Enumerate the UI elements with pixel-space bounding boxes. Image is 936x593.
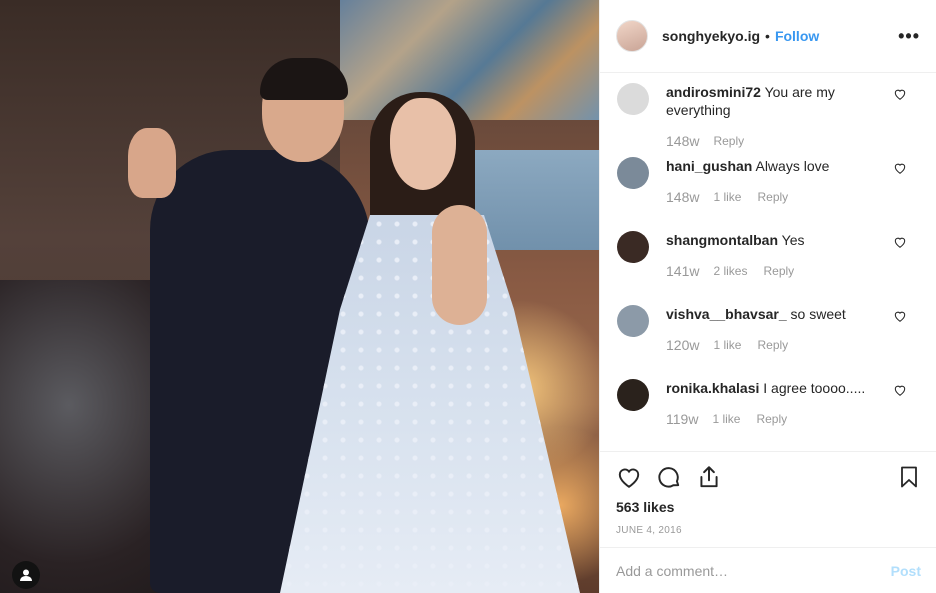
comment-likes[interactable]: 1 like [712, 412, 740, 426]
woman-arm [432, 205, 487, 325]
comments-list[interactable]: andirosmini72 You are my everything 148w… [600, 73, 936, 451]
comment-time[interactable]: 148w [666, 189, 699, 205]
post-actions: 563 likes JUNE 4, 2016 [600, 451, 936, 536]
comment-icon[interactable] [656, 464, 682, 490]
comment-item: hani_gushan Always love 148w 1 like Reply [600, 157, 936, 231]
comment-likes[interactable]: 2 likes [713, 264, 747, 278]
post-date: JUNE 4, 2016 [616, 525, 682, 536]
comment-like-icon[interactable] [893, 383, 907, 397]
bookmark-icon[interactable] [897, 464, 921, 490]
comment-likes[interactable]: 1 like [713, 190, 741, 204]
comment-avatar[interactable] [617, 157, 649, 189]
comment-username[interactable]: andirosmini72 [666, 84, 761, 100]
author-username[interactable]: songhyekyo.ig [662, 28, 760, 44]
add-comment-bar: Post [600, 547, 936, 593]
comment-text: Always love [755, 158, 830, 174]
man-hair [260, 58, 348, 100]
heart-icon[interactable] [616, 464, 642, 490]
comment-reply-button[interactable]: Reply [763, 264, 794, 278]
comment-username[interactable]: shangmontalban [666, 232, 778, 248]
post-photo[interactable] [0, 0, 599, 593]
comment-text: so sweet [790, 306, 846, 322]
comment-like-icon[interactable] [893, 161, 907, 175]
likes-count[interactable]: 563 likes [616, 499, 921, 515]
comment-item: andirosmini72 You are my everything 148w… [600, 83, 936, 157]
comment-text: Yes [781, 232, 805, 248]
comment-item: shangmontalban Yes 141w 2 likes Reply [600, 231, 936, 305]
comment-item: ronika.khalasi I agree toooo..... 119w 1 … [600, 379, 936, 451]
comment-input[interactable] [616, 562, 891, 579]
comment-item: vishva__bhavsar_ so sweet 120w 1 like Repl… [600, 305, 936, 379]
comment-time[interactable]: 148w [666, 133, 699, 149]
comment-reply-button[interactable]: Reply [757, 338, 788, 352]
tagged-users-icon[interactable] [12, 561, 40, 589]
background-mosaic [340, 0, 599, 120]
comment-time[interactable]: 141w [666, 263, 699, 279]
header-separator: • [765, 28, 770, 44]
post-header: songhyekyo.ig • Follow ••• [600, 0, 936, 73]
comment-time[interactable]: 120w [666, 337, 699, 353]
comment-avatar[interactable] [617, 305, 649, 337]
comment-like-icon[interactable] [893, 235, 907, 249]
man-waving-hand [128, 128, 176, 198]
comment-avatar[interactable] [617, 379, 649, 411]
comment-time[interactable]: 119w [666, 411, 698, 427]
share-icon[interactable] [696, 464, 722, 490]
comment-username[interactable]: hani_gushan [666, 158, 752, 174]
post-comment-button[interactable]: Post [891, 563, 921, 579]
more-options-button[interactable]: ••• [898, 26, 920, 47]
comment-reply-button[interactable]: Reply [757, 190, 788, 204]
comment-likes[interactable]: 1 like [713, 338, 741, 352]
comment-like-icon[interactable] [893, 309, 907, 323]
comment-avatar[interactable] [617, 231, 649, 263]
action-bar [616, 464, 921, 490]
comment-reply-button[interactable]: Reply [756, 412, 787, 426]
author-avatar[interactable] [616, 20, 648, 52]
comment-username[interactable]: vishva__bhavsar_ [666, 306, 787, 322]
post-side-panel: songhyekyo.ig • Follow ••• andirosmini72… [599, 0, 936, 593]
woman-face [390, 98, 456, 190]
comment-like-icon[interactable] [893, 87, 907, 101]
comment-text: I agree toooo..... [763, 380, 866, 396]
comment-username[interactable]: ronika.khalasi [666, 380, 759, 396]
comment-reply-button[interactable]: Reply [713, 134, 744, 148]
follow-button[interactable]: Follow [775, 28, 819, 44]
comment-avatar[interactable] [617, 83, 649, 115]
